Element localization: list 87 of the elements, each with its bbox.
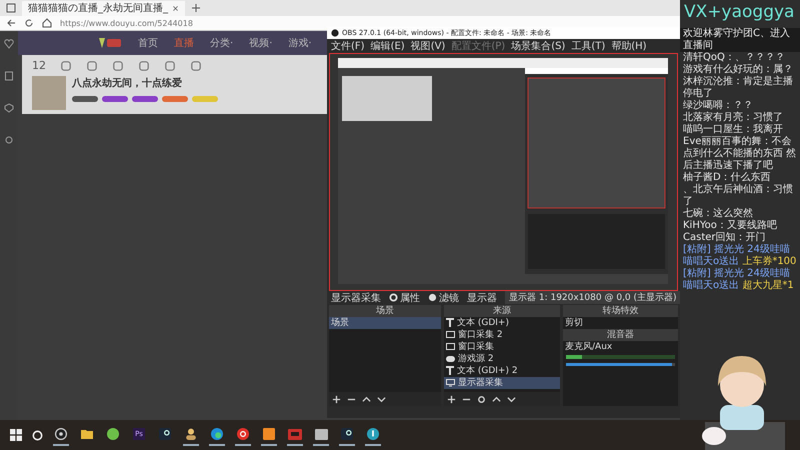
plus-icon bbox=[447, 394, 456, 404]
gear-icon bbox=[4, 135, 14, 145]
panel-header: 转场特效 bbox=[563, 304, 678, 317]
source-name: 显示器采集 bbox=[331, 292, 381, 305]
menu-item[interactable]: 视图(V) bbox=[410, 38, 446, 53]
address-field[interactable]: https://www.douyu.com/5244018 bbox=[60, 18, 193, 28]
properties-button[interactable]: 属性 bbox=[389, 290, 420, 305]
tag-chip[interactable] bbox=[72, 96, 98, 102]
chat-message: 清轩QoQ：、？？？？ bbox=[682, 52, 786, 64]
scene-item[interactable]: 场景 bbox=[329, 316, 441, 329]
panel-header: 来源 bbox=[444, 304, 560, 317]
up-icon bbox=[492, 394, 501, 404]
nav-link[interactable]: 首页 bbox=[138, 36, 158, 50]
folder-icon[interactable] bbox=[81, 429, 93, 439]
tab-icon bbox=[6, 3, 16, 13]
source-item[interactable]: 游戏源 2 bbox=[444, 352, 560, 365]
display-label: 显示器 bbox=[467, 292, 497, 305]
down-icon bbox=[377, 394, 386, 404]
text-icon bbox=[446, 366, 454, 376]
volume-slider[interactable] bbox=[566, 362, 672, 366]
chat-message: 七碗：这么突然 bbox=[682, 208, 754, 220]
banner-text: VX+yaoggya bbox=[683, 1, 796, 24]
chat-message: Eve丽丽百事的舞：不会点到什么不能播的东西 然后主播迅速下播了吧 bbox=[682, 136, 798, 172]
app-icon[interactable] bbox=[341, 428, 353, 440]
source-item[interactable]: 显示器采集 bbox=[444, 376, 560, 389]
menu-item[interactable]: 编辑(E) bbox=[370, 38, 405, 53]
chat-message: 柚子酱D：什么东西 bbox=[682, 172, 772, 184]
browser-tab[interactable]: 猫猫猫猫の直播_永劫无间直播_ bbox=[22, 0, 185, 16]
gift-message: [粘附] 摇光光 24级哇喵喵唱天o送出 上车券*100 bbox=[682, 244, 798, 268]
chat-message: 游戏有什么好玩的：属？ bbox=[682, 64, 794, 76]
close-icon bbox=[172, 4, 179, 12]
app-icon[interactable] bbox=[314, 428, 328, 440]
monitor-icon bbox=[446, 378, 455, 387]
nav-link[interactable]: 视频· bbox=[249, 36, 272, 50]
gamepad-icon bbox=[446, 356, 455, 362]
source-item[interactable]: 窗口采集 2 bbox=[444, 328, 560, 341]
filter-icon bbox=[428, 293, 437, 302]
menu-item[interactable]: 文件(F) bbox=[331, 38, 365, 53]
panel-header: 混音器 bbox=[563, 328, 678, 341]
source-item[interactable]: 文本 (GDI+) 2 bbox=[444, 364, 560, 377]
nav-link[interactable]: 分类· bbox=[210, 36, 234, 50]
app-icon[interactable] bbox=[159, 428, 171, 440]
browser-icon[interactable] bbox=[211, 428, 223, 440]
menu-item[interactable]: 工具(T) bbox=[571, 38, 606, 53]
chat-message: 北落家有月亮：习惯了 bbox=[682, 112, 784, 124]
score-count: 12 bbox=[32, 59, 46, 72]
tag-chip[interactable] bbox=[102, 96, 128, 102]
up-icon bbox=[362, 394, 371, 404]
menu-item[interactable]: 帮助(H) bbox=[611, 38, 647, 53]
record-icon[interactable] bbox=[55, 428, 67, 440]
nav-link[interactable]: 游戏· bbox=[288, 36, 312, 50]
text-icon bbox=[446, 318, 454, 328]
chat-message: Caster回知：开门 bbox=[682, 232, 767, 244]
source-item[interactable]: 窗口采集 bbox=[444, 340, 560, 353]
app-icon[interactable] bbox=[107, 428, 119, 440]
menu-item[interactable]: 场景集合(S) bbox=[511, 38, 566, 53]
record-icon bbox=[331, 28, 339, 37]
back-icon bbox=[6, 18, 16, 28]
gift-message: [粘附] 摇光光 24级哇喵喵唱天o送出 超大九星*1 bbox=[682, 268, 795, 292]
music-icon[interactable] bbox=[237, 428, 249, 440]
photo-placeholder bbox=[32, 76, 66, 110]
logo-icon bbox=[98, 36, 122, 50]
chat-message: 、北京午后神仙酒：习惯了 bbox=[682, 184, 794, 208]
down-icon bbox=[507, 394, 516, 404]
search-icon[interactable] bbox=[32, 430, 43, 440]
chat-message: 沐梓沉沦推：肯定是主播停电了 bbox=[682, 76, 794, 100]
tag-chip[interactable] bbox=[132, 96, 158, 102]
room-title: 八点永劫无间，十点练爱 bbox=[72, 76, 183, 90]
chat-message: 绿沙噶嘚：？？ bbox=[682, 100, 754, 112]
plus-icon bbox=[332, 394, 341, 404]
gear-icon bbox=[477, 394, 486, 404]
source-item[interactable]: 文本 (GDI+) bbox=[444, 316, 560, 329]
plus-icon bbox=[191, 3, 201, 13]
transition-dropdown[interactable]: 剪切 bbox=[563, 316, 678, 329]
chat-message: KiHYoo：又要线路吧 bbox=[682, 220, 778, 232]
welcome-message: 欢迎林雾守护团C、进入直播间 bbox=[680, 28, 800, 52]
start-icon[interactable] bbox=[10, 429, 22, 441]
panel-header: 场景 bbox=[329, 304, 441, 317]
channel-name: 麦克风/Aux bbox=[564, 340, 614, 353]
app-icon[interactable] bbox=[367, 428, 379, 440]
reload-icon bbox=[24, 18, 34, 28]
filters-button[interactable]: 滤镜 bbox=[428, 290, 459, 305]
heart-icon bbox=[4, 39, 14, 49]
chat-message: 喵呜一口屋生：我离开 bbox=[682, 124, 784, 136]
display-dropdown[interactable]: 显示器 1: 1920x1080 @ 0,0 (主显示器) bbox=[505, 291, 681, 304]
home-icon bbox=[42, 18, 52, 28]
gear-icon bbox=[389, 293, 398, 302]
